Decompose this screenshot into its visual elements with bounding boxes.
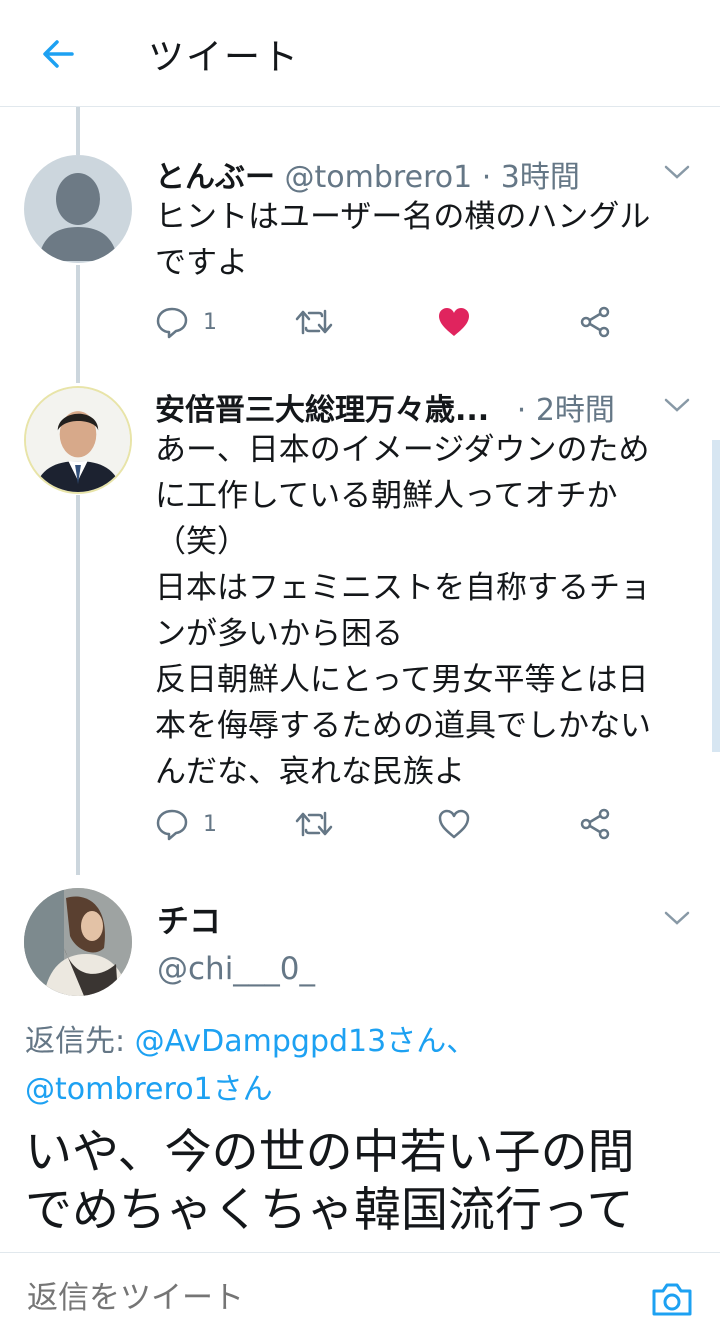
thread-line [76,107,80,155]
tweet-text: あー、日本のイメージダウンのため に工作している朝鮮人ってオチか （笑） 日本は… [155,432,651,790]
retweet-icon [295,811,333,837]
reply-icon [156,307,188,339]
share-icon [580,808,610,840]
tweet-time: · 3時間 [481,160,580,195]
tweet-author-name[interactable]: 安倍晋三大総理万々歳... [155,393,489,428]
share-icon [580,306,610,338]
tweet-text: ヒントはユーザー名の横のハングル ですよ [155,199,651,281]
tweet-actions: 1 [155,806,625,846]
tweet-author-handle[interactable]: @tombrero1 [285,160,473,195]
focused-tweet-text: いや、今の世の中若い子の間 でめちゃくちゃ韓国流行って [25,1125,635,1238]
tweet-author-handle[interactable]: @chi___0_ [157,951,315,987]
reply-to-label: 返信先: [25,1024,135,1059]
tweet-actions: 1 [155,304,625,344]
retweet-icon [295,309,333,335]
like-button[interactable] [437,304,471,340]
retweet-button[interactable] [295,806,333,842]
page-title: ツイート [148,37,301,78]
chevron-down-icon[interactable] [664,910,690,926]
reply-to-user-link[interactable]: @AvDampgpd13さん、 [135,1024,477,1059]
reply-compose-bar [0,1252,720,1338]
reply-to-line: 返信先: @AvDampgpd13さん、 @tombrero1さん [25,1018,705,1114]
retweet-button[interactable] [295,304,333,340]
arrow-left-icon[interactable] [38,34,78,74]
heart-filled-icon [439,308,469,336]
tweet-2[interactable]: 安倍晋三大総理万々歳... · 2時間 あー、日本のイメージダウンのため に工作… [0,385,720,855]
tweet-time: · 2時間 [516,393,615,428]
reply-count: 1 [203,811,217,837]
top-bar: ツイート [0,0,720,107]
chevron-down-icon[interactable] [664,397,690,413]
reply-input[interactable] [25,1279,609,1317]
chevron-down-icon[interactable] [664,164,690,180]
reply-button[interactable]: 1 [155,304,217,340]
reply-button[interactable]: 1 [155,806,217,842]
camera-icon[interactable] [650,1281,694,1317]
tweet-1[interactable]: とんぶー @tombrero1 · 3時間 ヒントはユーザー名の横のハングル で… [0,152,720,352]
heart-outline-icon [438,809,470,839]
reply-to-user-link[interactable]: @tombrero1さん [25,1072,273,1107]
reply-count: 1 [203,309,217,335]
scrollbar[interactable] [712,440,720,752]
like-button[interactable] [437,806,471,842]
avatar[interactable] [24,888,132,996]
share-button[interactable] [578,304,612,340]
tweet-author-name[interactable]: チコ [157,896,221,942]
tweet-author-name[interactable]: とんぶー [155,160,275,195]
reply-icon [156,809,188,841]
share-button[interactable] [578,806,612,842]
